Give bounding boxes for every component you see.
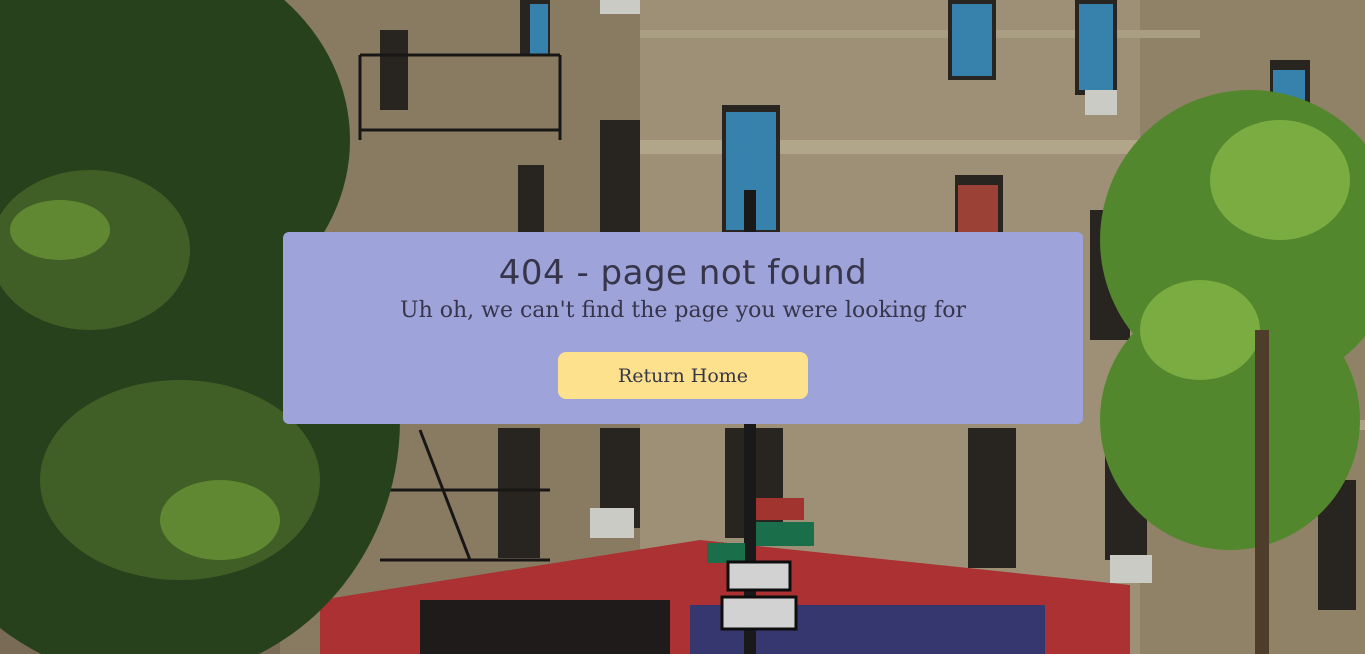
error-message: Uh oh, we can't find the page you were l… <box>400 298 966 323</box>
error-title: 404 - page not found <box>498 253 868 293</box>
error-card: 404 - page not found Uh oh, we can't fin… <box>283 232 1083 424</box>
return-home-button[interactable]: Return Home <box>558 352 808 399</box>
